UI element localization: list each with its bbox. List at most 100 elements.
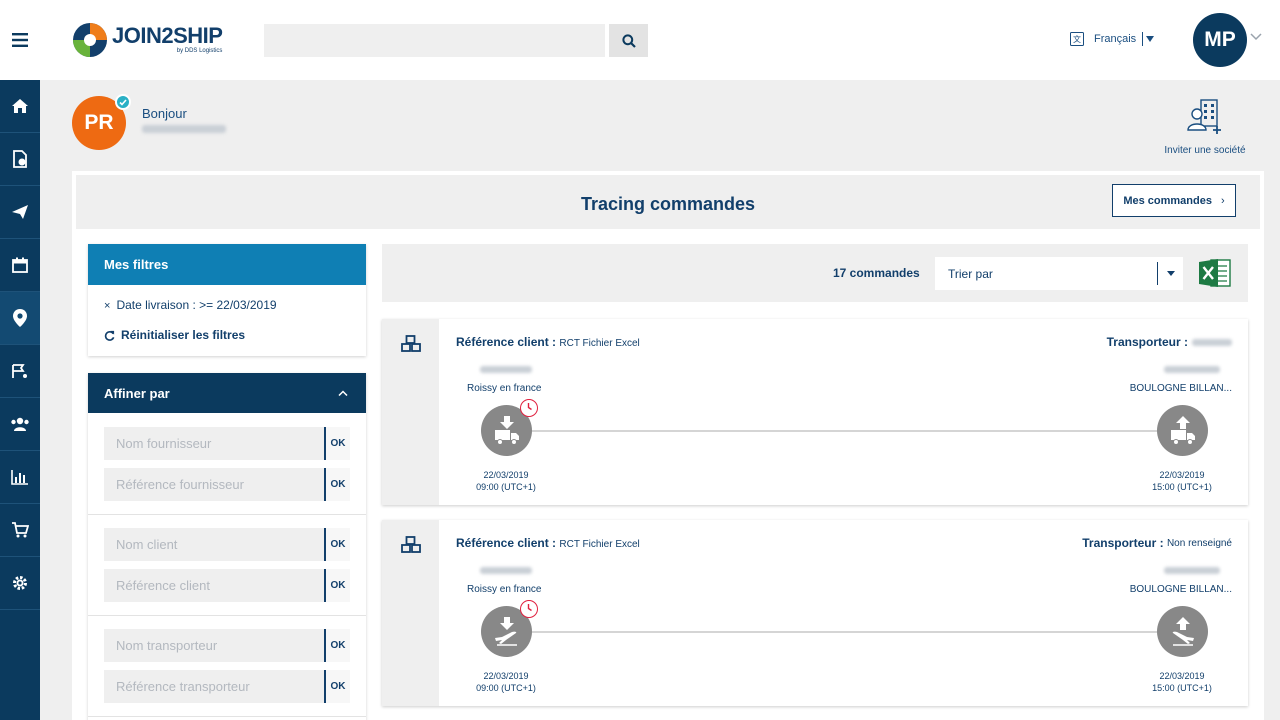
verified-badge xyxy=(115,94,131,110)
pickup-date: 22/03/2019 xyxy=(483,470,529,480)
supplier-name-ok-button[interactable]: OK xyxy=(324,427,350,460)
pickup-datetime: 22/03/2019 09:00 (UTC+1) xyxy=(466,469,546,493)
invite-company-button[interactable]: Inviter une société xyxy=(1158,98,1252,156)
svg-text:文: 文 xyxy=(1073,34,1081,44)
client-reference-ok-button[interactable]: OK xyxy=(324,569,350,602)
client-reference: Référence client : RCT Fichier Excel xyxy=(456,335,640,349)
language-label: Français xyxy=(1094,33,1137,45)
active-filters-title: Mes filtres xyxy=(88,244,366,285)
delivery-node[interactable] xyxy=(1157,606,1208,657)
plane-delivery-icon xyxy=(1172,616,1194,646)
delivery-node[interactable] xyxy=(1157,405,1208,456)
carrier-value: Non renseigné xyxy=(1166,537,1232,549)
sidebar-item-send[interactable] xyxy=(0,186,40,239)
client-name-ok-button[interactable]: OK xyxy=(324,528,350,561)
refine-header[interactable]: Affiner par xyxy=(88,373,366,413)
client-reference-value: RCT Fichier Excel xyxy=(559,338,640,349)
order-card[interactable]: Référence client : RCT Fichier Excel Tra… xyxy=(382,319,1248,505)
logo-wordmark: JOIN2SHIP xyxy=(112,23,223,48)
my-orders-button[interactable]: Mes commandes › xyxy=(1112,184,1236,217)
active-filter-label: Date livraison : >= 22/03/2019 xyxy=(116,298,277,312)
search-button[interactable] xyxy=(609,24,648,57)
delivery-datetime: 22/03/2019 15:00 (UTC+1) xyxy=(1142,469,1222,493)
excel-export-button[interactable] xyxy=(1199,258,1231,293)
reset-filters-label: Réinitialiser les filtres xyxy=(121,328,246,342)
delivery-time: 15:00 (UTC+1) xyxy=(1152,482,1212,492)
carrier-label: Transporteur : xyxy=(1082,536,1164,550)
boxes-icon xyxy=(400,536,421,553)
boxes-icon xyxy=(400,335,421,352)
carrier-info: Transporteur : Non renseigné xyxy=(1082,536,1232,550)
user-avatar[interactable]: MP xyxy=(1193,13,1247,67)
pickup-time: 09:00 (UTC+1) xyxy=(476,683,536,693)
sidebar-item-calendar[interactable] xyxy=(0,239,40,292)
client-reference-label: Référence client : xyxy=(456,335,557,349)
search-input[interactable] xyxy=(264,24,605,57)
sidebar-item-tracing[interactable] xyxy=(0,292,40,345)
redacted-destination-name xyxy=(1164,366,1220,373)
supplier-name-field[interactable]: Nom fournisseur OK xyxy=(104,427,350,460)
sidebar-item-routes[interactable] xyxy=(0,345,40,398)
sidebar-item-documents[interactable] xyxy=(0,133,40,186)
carrier-reference-field[interactable]: Référence transporteur OK xyxy=(104,670,350,703)
logo-mark-icon xyxy=(73,23,107,57)
pickup-date: 22/03/2019 xyxy=(483,671,529,681)
sidebar-item-home[interactable] xyxy=(0,80,40,133)
client-reference: Référence client : RCT Fichier Excel xyxy=(456,536,640,550)
reset-filters-link[interactable]: Réinitialiser les filtres xyxy=(104,328,245,342)
plane-pickup-icon xyxy=(494,616,517,646)
destination-city: BOULOGNE BILLAN... xyxy=(1129,383,1232,394)
divider xyxy=(88,514,366,515)
order-card[interactable]: Référence client : RCT Fichier Excel Tra… xyxy=(382,520,1248,706)
cart-icon xyxy=(12,522,29,538)
delivery-datetime: 22/03/2019 15:00 (UTC+1) xyxy=(1142,670,1222,694)
sidebar-item-settings[interactable] xyxy=(0,557,40,610)
redacted-destination-name xyxy=(1164,567,1220,574)
supplier-reference-placeholder: Référence fournisseur xyxy=(116,477,244,492)
chevron-right-icon: › xyxy=(1220,194,1225,207)
origin-city: Roissy en france xyxy=(467,584,542,595)
delay-clock-icon xyxy=(520,399,538,417)
sidebar-item-users[interactable] xyxy=(0,398,40,451)
carrier-name-field[interactable]: Nom transporteur OK xyxy=(104,629,350,662)
users-icon xyxy=(11,417,29,431)
clock-hands-icon xyxy=(527,604,532,612)
order-card-side xyxy=(382,520,439,706)
truck-delivery-icon xyxy=(1170,415,1195,445)
panel-header: Tracing commandes Mes commandes › xyxy=(76,175,1260,229)
truck-pickup-icon xyxy=(494,415,519,445)
carrier-reference-placeholder: Référence transporteur xyxy=(116,679,250,694)
sidebar-item-cart[interactable] xyxy=(0,504,40,557)
order-card-side xyxy=(382,319,439,505)
remove-filter-icon[interactable]: × xyxy=(104,300,110,312)
language-selector[interactable]: 文 Français xyxy=(1070,32,1155,46)
divider xyxy=(88,716,366,717)
map-pin-icon xyxy=(13,309,27,327)
chevron-up-icon xyxy=(338,390,348,396)
redacted-user-name xyxy=(142,125,226,133)
sidebar-item-stats[interactable] xyxy=(0,451,40,504)
refine-panel: Affiner par Nom fournisseur OK Référence… xyxy=(88,373,366,720)
origin-city: Roissy en france xyxy=(467,383,542,394)
user-menu-chevron-icon[interactable] xyxy=(1250,33,1262,41)
pickup-datetime: 22/03/2019 09:00 (UTC+1) xyxy=(466,670,546,694)
redacted-origin-name xyxy=(480,567,532,574)
carrier-reference-ok-button[interactable]: OK xyxy=(324,670,350,703)
delivery-date: 22/03/2019 xyxy=(1159,470,1205,480)
supplier-reference-field[interactable]: Référence fournisseur OK xyxy=(104,468,350,501)
sort-select[interactable]: Trier par xyxy=(935,257,1183,290)
supplier-reference-ok-button[interactable]: OK xyxy=(324,468,350,501)
excel-icon xyxy=(1199,259,1231,287)
route-flag-icon xyxy=(12,364,27,378)
refresh-icon xyxy=(104,330,115,341)
carrier-name-ok-button[interactable]: OK xyxy=(324,629,350,662)
menu-toggle[interactable] xyxy=(0,0,40,80)
delivery-time: 15:00 (UTC+1) xyxy=(1152,683,1212,693)
client-name-field[interactable]: Nom client OK xyxy=(104,528,350,561)
page-title: Tracing commandes xyxy=(580,194,756,214)
client-reference-placeholder: Référence client xyxy=(116,578,210,593)
home-icon xyxy=(12,99,28,113)
app-logo[interactable]: JOIN2SHIP by DDS Logistics xyxy=(72,22,223,58)
carrier-label: Transporteur : xyxy=(1106,335,1188,349)
client-reference-field[interactable]: Référence client OK xyxy=(104,569,350,602)
